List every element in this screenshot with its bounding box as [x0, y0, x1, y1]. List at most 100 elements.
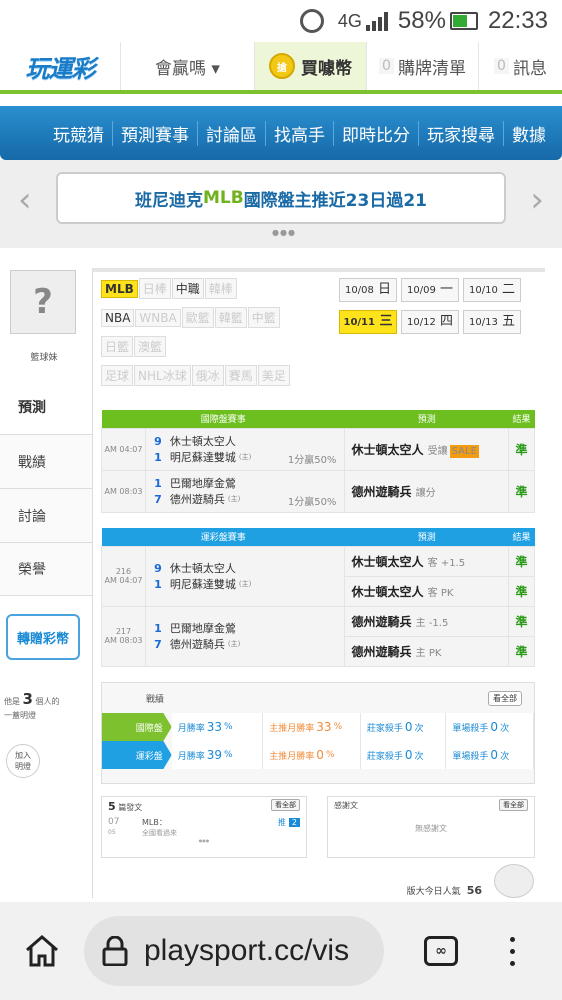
sport-filter-item[interactable]: WNBA	[135, 309, 181, 327]
sport-filter-item[interactable]: MLB	[101, 280, 138, 298]
nav-player-search[interactable]: 玩家搜尋	[418, 120, 503, 146]
team-name[interactable]: 休士頓太空人	[170, 433, 236, 449]
sport-filter-item[interactable]: 韓棒	[204, 278, 237, 299]
stats-cell: 主推月勝率 0%	[263, 741, 361, 769]
carousel-next-icon[interactable]: ›	[530, 180, 544, 220]
date-weekday: 一	[439, 282, 453, 297]
col-prediction: 預測	[344, 528, 509, 546]
date-filter-item[interactable]: 10/09 一	[401, 278, 459, 302]
col-result: 結果	[508, 528, 535, 546]
tab-honors[interactable]: 榮譽	[0, 542, 92, 596]
team-line: 1 巴爾地摩金鶯	[146, 475, 345, 491]
address-bar[interactable]: playsport.cc/vis	[84, 916, 384, 986]
mascot-icon	[494, 864, 534, 898]
fans-post: 個人的	[35, 697, 60, 706]
home-icon[interactable]	[0, 934, 84, 968]
tabs-icon[interactable]: ∞	[424, 936, 458, 966]
nav-live-score[interactable]: 即時比分	[333, 120, 418, 146]
more-menu-icon[interactable]	[510, 936, 515, 966]
network-type: 4G	[337, 10, 362, 31]
site-logo[interactable]: 玩運彩	[0, 42, 120, 90]
signal-icon	[365, 11, 388, 31]
sport-filter-item[interactable]: 足球	[101, 365, 134, 386]
tab-record[interactable]: 戰績	[0, 434, 92, 488]
user-menu[interactable]: 會贏嗎 ▾	[120, 42, 254, 90]
date-day: 10/13	[469, 317, 498, 328]
messages-link[interactable]: 0 訊息	[478, 42, 562, 90]
article-push-label: 推	[277, 818, 286, 827]
gratitude-box: 感謝文 看全部 無感謝文	[327, 796, 535, 858]
messages-label: 訊息	[512, 58, 547, 79]
team-name[interactable]: 德州遊騎兵	[170, 491, 225, 507]
article-item[interactable]: 07 05 MLB： 全國看過來 推2	[102, 813, 306, 838]
sport-filter-item[interactable]: 中職	[171, 278, 204, 299]
stats-label: 單場殺手	[452, 751, 489, 762]
date-weekday: 五	[501, 314, 515, 329]
fans-count: 他是 3 個人的 一蓋明燈	[4, 692, 84, 723]
game-cell: 1 巴爾地摩金鶯 7 德州遊騎兵 (主) 1分贏50%	[144, 469, 346, 513]
follow-button[interactable]: 加入 明燈	[6, 744, 40, 778]
sport-filter-item[interactable]: 賽馬	[224, 365, 257, 386]
nav-predictions[interactable]: 預測賽事	[112, 120, 197, 146]
carousel-banner[interactable]: 班尼迪克 MLB 國際盤主推近23日過21	[56, 172, 506, 224]
prediction-cell: 德州遊騎兵 讓分	[344, 469, 510, 513]
coin-icon: 搶	[269, 53, 295, 79]
date-filter: 10/08 日 10/09 一 10/10 二10/11 三 10/12 四 10/13…	[339, 278, 539, 342]
table-row: AM 08:03 1 巴爾地摩金鶯 7 德州遊騎兵 (主) 1分贏50% 德州遊騎兵 讓分準	[101, 469, 535, 513]
popularity: 版大今日人氣 56	[407, 884, 482, 897]
nav-forum[interactable]: 討論區	[197, 120, 265, 146]
stats-label: 主推月勝率	[269, 751, 315, 762]
follow-line2: 明燈	[15, 762, 31, 771]
buy-list-link[interactable]: 0 購牌清單	[366, 42, 478, 90]
sport-filter-item[interactable]: 歐籃	[181, 307, 214, 328]
tab-discussion[interactable]: 討論	[0, 488, 92, 542]
stats-all-button[interactable]: 看全部	[488, 691, 522, 706]
result-mark: 準	[508, 605, 535, 637]
result-mark: 準	[508, 635, 535, 667]
gratitude-all-button[interactable]: 看全部	[499, 799, 528, 811]
home-marker: (主)	[238, 580, 252, 588]
sport-filter-item[interactable]: 日籃	[101, 336, 134, 357]
date-filter-item[interactable]: 10/08 日	[339, 278, 397, 302]
team-name[interactable]: 德州遊騎兵	[170, 636, 225, 652]
carousel-dots: ●●●	[272, 228, 296, 237]
sport-filter-item[interactable]: 中籃	[247, 307, 280, 328]
game-id-time: 217 AM 08:03	[101, 605, 146, 667]
pick-type: 客 PK	[427, 587, 454, 599]
articles-dots: ●●●	[198, 838, 210, 843]
team-name[interactable]: 明尼蘇達雙城	[170, 576, 236, 592]
nav-data[interactable]: 數據	[503, 120, 554, 146]
team-name[interactable]: 巴爾地摩金鶯	[170, 620, 236, 636]
avatar[interactable]: ?	[10, 270, 76, 334]
sport-filter-item[interactable]: 澳籃	[134, 336, 167, 357]
date-filter-item[interactable]: 10/12 四	[401, 310, 459, 334]
tab-predictions[interactable]: 預測	[0, 380, 92, 434]
prediction-cell: 休士頓太空人 客 +1.5	[344, 545, 509, 577]
sport-filter-item[interactable]: 韓籃	[214, 307, 247, 328]
team-name[interactable]: 休士頓太空人	[170, 560, 236, 576]
pick-type: 主 PK	[415, 647, 442, 659]
sport-filter-item[interactable]: NBA	[101, 309, 135, 327]
stats-label: 莊家殺手	[366, 751, 403, 762]
gift-coins-button[interactable]: 轉贈彩幣	[6, 614, 80, 660]
buy-coins-button[interactable]: 搶 買噱幣	[254, 42, 366, 90]
sport-filter-item[interactable]: 俄冰	[191, 365, 224, 386]
carousel-prev-icon[interactable]: ‹	[18, 180, 32, 220]
date-filter-item[interactable]: 10/13 五	[463, 310, 521, 334]
pick-team: 德州遊騎兵	[351, 644, 412, 659]
articles-all-button[interactable]: 看全部	[271, 799, 300, 811]
team-name[interactable]: 明尼蘇達雙城	[170, 449, 236, 465]
team-name[interactable]: 巴爾地摩金鶯	[170, 475, 236, 491]
nav-play-guess[interactable]: 玩競猜	[45, 121, 112, 146]
result-mark: 準	[508, 427, 535, 471]
date-filter-item[interactable]: 10/11 三	[339, 310, 397, 334]
date-filter-item[interactable]: 10/10 二	[463, 278, 521, 302]
game-time: AM 04:07	[104, 576, 143, 585]
sport-filter-item[interactable]: NHL冰球	[134, 365, 191, 386]
pick-type: 受讓	[427, 445, 448, 457]
sport-filter-item[interactable]: 美足	[257, 365, 290, 386]
sport-filter-item[interactable]: 日棒	[138, 278, 171, 299]
popularity-value: 56	[466, 884, 482, 897]
stats-unit: 次	[500, 751, 510, 762]
nav-find-experts[interactable]: 找高手	[265, 120, 333, 146]
